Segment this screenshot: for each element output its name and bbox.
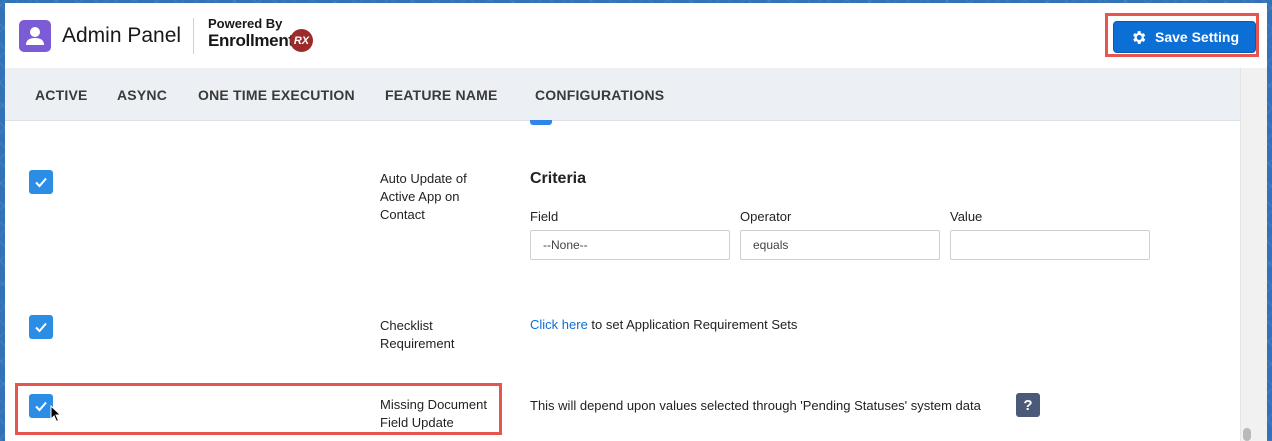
missing-document-description: This will depend upon values selected th…: [530, 398, 981, 413]
help-icon[interactable]: ?: [1016, 393, 1040, 417]
brand-name: Enrollment: [208, 31, 294, 50]
click-here-link[interactable]: Click here: [530, 317, 588, 332]
save-setting-label: Save Setting: [1154, 29, 1240, 45]
check-icon: [35, 322, 47, 333]
vertical-scrollbar[interactable]: [1240, 68, 1267, 441]
column-active[interactable]: ACTIVE: [35, 87, 88, 103]
powered-by-label: Powered By: [208, 16, 283, 31]
save-setting-button[interactable]: Save Setting: [1113, 21, 1256, 53]
active-checkbox-checklist[interactable]: [29, 315, 53, 339]
scrollbar-thumb[interactable]: [1243, 428, 1251, 441]
feature-name-checklist: Checklist Requirement: [380, 318, 455, 351]
feature-name-missing-document: Missing Document Field Update: [380, 397, 487, 430]
feature-table: ACTIVE ASYNC ONE TIME EXECUTION FEATURE …: [5, 68, 1240, 441]
admin-panel: Admin Panel Powered By Enrollment RX Sav…: [5, 3, 1267, 441]
check-icon: [35, 401, 47, 412]
table-header: ACTIVE ASYNC ONE TIME EXECUTION FEATURE …: [5, 68, 1240, 121]
value-input[interactable]: [950, 230, 1150, 260]
field-label: Field: [530, 209, 559, 224]
mouse-cursor-icon: [50, 405, 62, 423]
active-checkbox-auto-update[interactable]: [29, 170, 53, 194]
column-one-time-execution[interactable]: ONE TIME EXECUTION: [198, 87, 355, 103]
header-bar: Admin Panel Powered By Enrollment RX Sav…: [5, 3, 1267, 68]
header-divider: [193, 18, 194, 54]
column-async[interactable]: ASYNC: [117, 87, 167, 103]
check-icon: [35, 177, 47, 188]
checklist-config-text: Click here to set Application Requiremen…: [530, 317, 797, 332]
feature-name-auto-update: Auto Update of Active App on Contact: [380, 171, 467, 222]
brand-logo-icon: RX: [290, 29, 313, 52]
user-avatar-icon: [19, 20, 51, 52]
page-title: Admin Panel: [62, 24, 182, 47]
partial-checkbox-above: [530, 120, 552, 125]
value-label: Value: [950, 209, 983, 224]
column-configurations[interactable]: CONFIGURATIONS: [535, 87, 664, 103]
column-feature-name[interactable]: FEATURE NAME: [385, 87, 498, 103]
gear-icon: [1133, 30, 1146, 44]
criteria-title: Criteria: [530, 170, 587, 187]
operator-select[interactable]: equals: [740, 230, 940, 260]
click-here-suffix: to set Application Requirement Sets: [587, 317, 798, 332]
operator-label: Operator: [740, 209, 792, 224]
field-select[interactable]: --None--: [530, 230, 730, 260]
